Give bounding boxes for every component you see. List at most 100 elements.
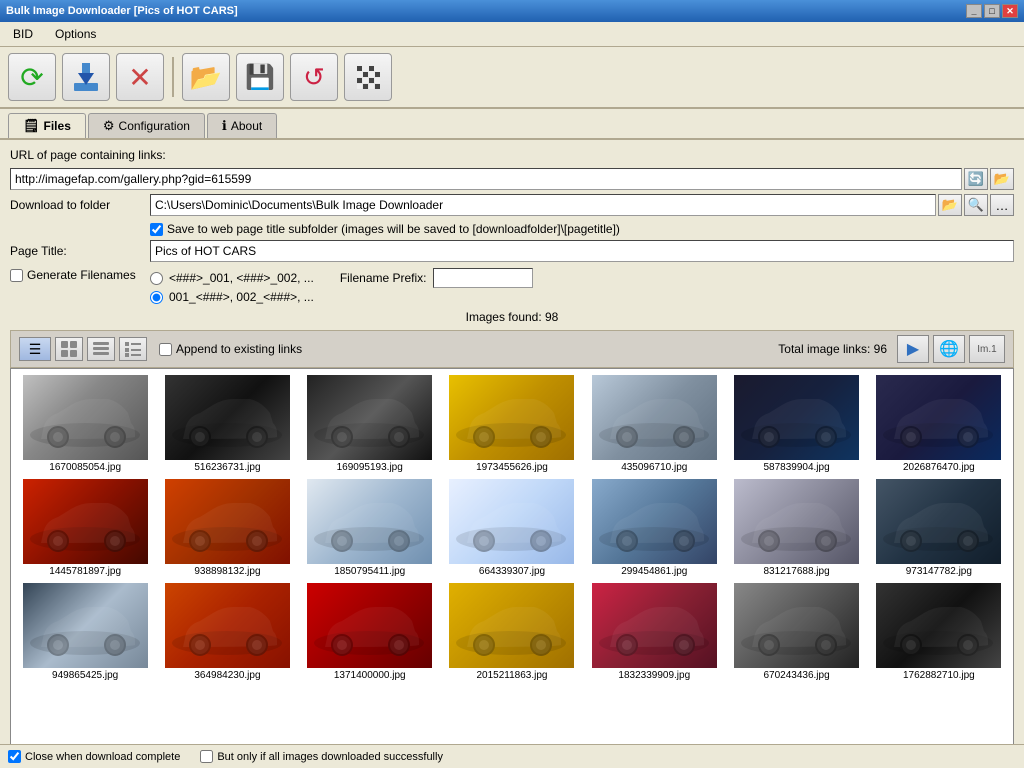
gallery-item[interactable]: 664339307.jpg xyxy=(442,477,582,579)
open-folder-button[interactable]: 📂 xyxy=(182,53,230,101)
generate-filenames-row: Generate Filenames <###>_001, <###>_002,… xyxy=(10,268,1014,304)
url-folder-button[interactable]: 📂 xyxy=(990,168,1014,190)
tabs-bar: 🗒 Files ⚙ Configuration ℹ About xyxy=(0,109,1024,140)
gallery-item-name: 1850795411.jpg xyxy=(334,566,405,577)
tab-configuration[interactable]: ⚙ Configuration xyxy=(88,113,205,138)
download-folder-row: Download to folder 📂 🔍 … xyxy=(10,194,1014,216)
gallery-item[interactable]: 364984230.jpg xyxy=(157,581,297,683)
generate-filenames-checkbox[interactable] xyxy=(10,269,23,282)
gallery-item-name: 1832339909.jpg xyxy=(618,670,690,681)
append-label: Append to existing links xyxy=(176,342,302,356)
minimize-button[interactable]: _ xyxy=(966,4,982,18)
gallery-item[interactable]: 1973455626.jpg xyxy=(442,373,582,475)
view-list-button[interactable] xyxy=(87,337,115,361)
open-download-folder-button[interactable]: 🔍 xyxy=(964,194,988,216)
gallery-item-name: 670243436.jpg xyxy=(763,670,829,681)
view-thumb-button[interactable] xyxy=(55,337,83,361)
subfolder-checkbox[interactable] xyxy=(150,223,163,236)
gallery-item[interactable]: 831217688.jpg xyxy=(726,477,866,579)
save-button[interactable]: 💾 xyxy=(236,53,284,101)
menu-options[interactable]: Options xyxy=(46,24,105,44)
gallery-item[interactable]: 973147782.jpg xyxy=(869,477,1009,579)
subfolder-label: Save to web page title subfolder (images… xyxy=(167,222,620,236)
menu-bar: BID Options xyxy=(0,22,1024,47)
gallery-item[interactable]: 949865425.jpg xyxy=(15,581,155,683)
gallery-item[interactable]: 1445781897.jpg xyxy=(15,477,155,579)
view-all-button[interactable]: ☰ xyxy=(19,337,51,361)
gallery-item[interactable]: 670243436.jpg xyxy=(726,581,866,683)
close-when-done-label: Close when download complete xyxy=(8,750,180,763)
gallery-container[interactable]: 1670085054.jpg 516236731.jpg 169095193.j… xyxy=(10,368,1014,758)
download-folder-input[interactable] xyxy=(150,194,936,216)
gallery-item[interactable]: 169095193.jpg xyxy=(300,373,440,475)
undo-button[interactable]: ↺ xyxy=(290,53,338,101)
page-title-label: Page Title: xyxy=(10,244,150,258)
window-title: Bulk Image Downloader [Pics of HOT CARS] xyxy=(6,5,238,17)
url-refresh-button[interactable]: 🔄 xyxy=(964,168,988,190)
menu-bid[interactable]: BID xyxy=(4,24,42,44)
filename-prefix-input[interactable] xyxy=(433,268,533,288)
url-row: URL of page containing links: xyxy=(10,148,1014,162)
gallery-item-name: 169095193.jpg xyxy=(337,462,403,473)
tab-files-label: Files xyxy=(44,119,71,133)
append-checkbox-group: Append to existing links xyxy=(159,342,302,356)
radio-format-2-label: 001_<###>, 002_<###>, ... xyxy=(169,290,314,304)
radio-format-1[interactable] xyxy=(150,272,163,285)
more-folder-button[interactable]: … xyxy=(990,194,1014,216)
gallery-item[interactable]: 938898132.jpg xyxy=(157,477,297,579)
radio-format-2[interactable] xyxy=(150,291,163,304)
gallery-item-name: 587839904.jpg xyxy=(763,462,829,473)
url-input[interactable] xyxy=(10,168,962,190)
tab-about-label: About xyxy=(231,119,262,133)
gallery-item-name: 1445781897.jpg xyxy=(49,566,121,577)
gallery-item-name: 949865425.jpg xyxy=(52,670,118,681)
gallery-item-name: 2015211863.jpg xyxy=(476,670,547,681)
only-if-all-checkbox[interactable] xyxy=(200,750,213,763)
generate-filenames-label: Generate Filenames xyxy=(27,268,136,282)
gallery-item[interactable]: 1670085054.jpg xyxy=(15,373,155,475)
gallery-item-name: 1762882710.jpg xyxy=(903,670,975,681)
total-links: Total image links: 96 xyxy=(778,342,887,356)
toolbar-separator xyxy=(172,57,174,97)
tab-configuration-label: Configuration xyxy=(119,119,190,133)
tab-about[interactable]: ℹ About xyxy=(207,113,277,138)
tab-files[interactable]: 🗒 Files xyxy=(8,113,86,138)
download-folder-label: Download to folder xyxy=(10,198,150,212)
gallery-item[interactable]: 435096710.jpg xyxy=(584,373,724,475)
gallery-item[interactable]: 1850795411.jpg xyxy=(300,477,440,579)
stop-button[interactable]: ✕ xyxy=(116,53,164,101)
browse-folder-button[interactable]: 📂 xyxy=(938,194,962,216)
gallery-item-name: 664339307.jpg xyxy=(479,566,545,577)
gallery-item[interactable]: 2015211863.jpg xyxy=(442,581,582,683)
gallery-item-name: 938898132.jpg xyxy=(194,566,260,577)
web-button[interactable]: 🌐 xyxy=(933,335,965,363)
page-title-input[interactable] xyxy=(150,240,1014,262)
gallery-item-name: 831217688.jpg xyxy=(763,566,829,577)
gallery-item[interactable]: 2026876470.jpg xyxy=(869,373,1009,475)
gallery-item-name: 364984230.jpg xyxy=(194,670,260,681)
filename-prefix-label: Filename Prefix: xyxy=(340,271,427,285)
close-button[interactable]: ✕ xyxy=(1002,4,1018,18)
gallery-item-name: 2026876470.jpg xyxy=(903,462,975,473)
gallery-item-name: 1973455626.jpg xyxy=(476,462,548,473)
gallery-item[interactable]: 1762882710.jpg xyxy=(869,581,1009,683)
close-when-done-checkbox[interactable] xyxy=(8,750,21,763)
append-checkbox[interactable] xyxy=(159,343,172,356)
grid-button[interactable] xyxy=(344,53,392,101)
gallery-item[interactable]: 299454861.jpg xyxy=(584,477,724,579)
download-action-button[interactable]: ▶ xyxy=(897,335,929,363)
files-tab-icon: 🗒 xyxy=(23,118,40,134)
radio-format-1-label: <###>_001, <###>_002, ... xyxy=(169,271,314,285)
gallery-item[interactable]: 587839904.jpg xyxy=(726,373,866,475)
url-label: URL of page containing links: xyxy=(10,148,166,162)
image-count-button[interactable]: Im.1 xyxy=(969,335,1005,363)
gallery-item[interactable]: 1371400000.jpg xyxy=(300,581,440,683)
download-button[interactable] xyxy=(62,53,110,101)
start-button[interactable]: ⟳ xyxy=(8,53,56,101)
maximize-button[interactable]: □ xyxy=(984,4,1000,18)
status-bar: Close when download complete But only if… xyxy=(0,744,1024,768)
view-detail-button[interactable] xyxy=(119,337,147,361)
gallery-item[interactable]: 516236731.jpg xyxy=(157,373,297,475)
images-found: Images found: 98 xyxy=(10,310,1014,324)
gallery-item[interactable]: 1832339909.jpg xyxy=(584,581,724,683)
